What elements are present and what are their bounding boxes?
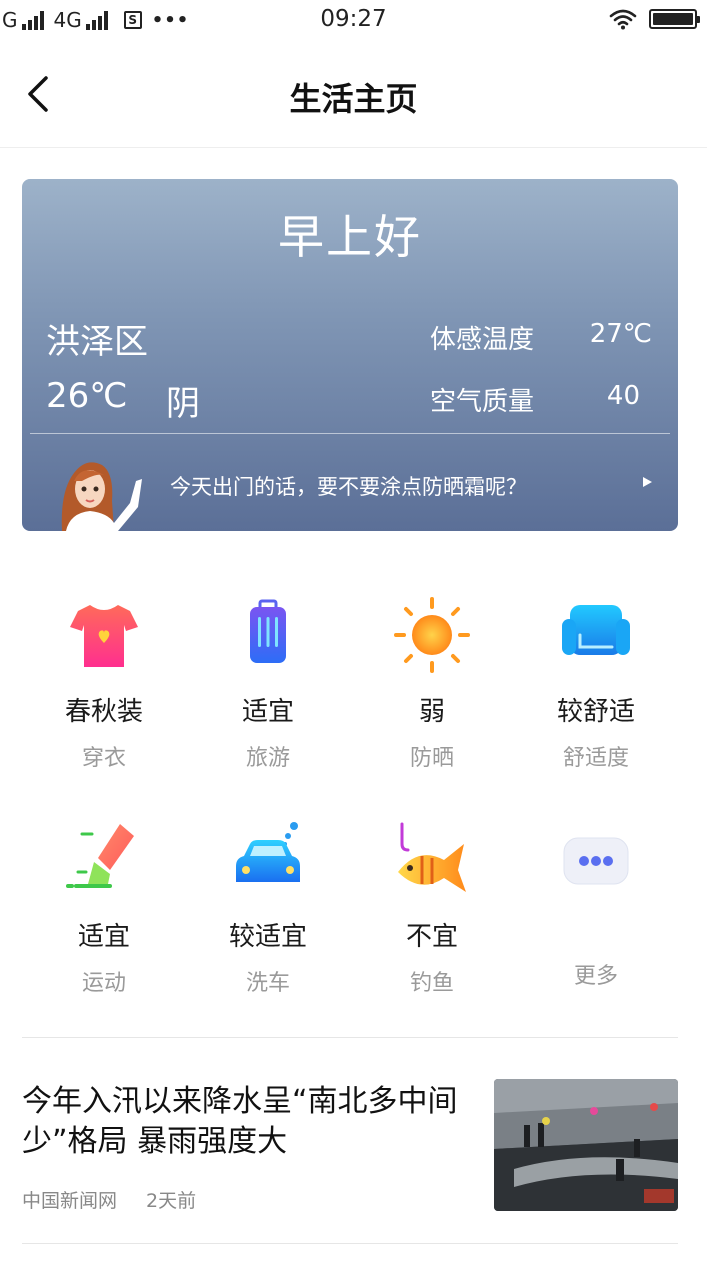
index-value: 不宜 [405,922,458,952]
index-sunscreen[interactable]: 弱 防晒 [350,595,514,772]
news-title[interactable]: 今年入汛以来降水呈“南北多中间少”格局 暴雨强度大 [22,1082,462,1162]
temperature: 26℃ [46,376,128,416]
tshirt-icon [70,605,138,667]
index-value [514,916,678,946]
wifi-icon [609,9,637,30]
tip-arrow-icon[interactable] [643,477,652,487]
weather-card[interactable]: 早上好 洪泽区 26℃ 阴 体感温度 27℃ 空气质量 40 今天出门的话，要不… [22,179,678,531]
index-fishing[interactable]: 不宜 钓鱼 [350,820,514,997]
feel-temp-label: 体感温度 [430,325,535,355]
air-quality-label: 空气质量 [430,387,535,417]
sun-icon [394,597,470,673]
news-thumbnail[interactable] [494,1079,678,1211]
index-value: 春秋装 [64,697,143,727]
index-comfort[interactable]: 较舒适 舒适度 [514,595,678,772]
feel-temp-value: 27℃ [589,319,652,349]
luggage-icon [250,599,286,663]
index-label: 更多 [573,964,618,989]
index-value: 较适宜 [228,922,307,952]
news-source: 中国新闻网 [22,1190,118,1212]
status-right [609,8,700,30]
index-label: 运动 [81,971,126,996]
clock: 09:27 [320,6,387,32]
air-quality-value: 40 [606,381,640,411]
weather-condition: 阴 [166,384,200,424]
index-value: 适宜 [77,922,130,952]
location: 洪泽区 [46,322,148,362]
index-value: 适宜 [241,697,294,727]
status-bar: G 4G S ••• 09:27 [0,0,707,42]
index-carwash[interactable]: 较适宜 洗车 [186,820,350,997]
nav-bar: 生活主页 [0,42,707,148]
index-label: 旅游 [245,746,290,771]
index-clothing[interactable]: 春秋装 穿衣 [22,595,186,772]
index-value: 弱 [418,697,445,727]
more-icon [563,837,629,885]
girl-avatar-icon [61,462,142,531]
section-divider-bottom [22,1243,678,1244]
sofa-icon [562,605,630,655]
fish-icon [398,822,466,892]
greeting: 早上好 [278,210,422,264]
index-label: 穿衣 [81,746,126,771]
index-value: 较舒适 [556,697,635,727]
index-travel[interactable]: 适宜 旅游 [186,595,350,772]
index-more[interactable]: 更多 [514,820,678,990]
battery-level [653,13,693,25]
weather-tip: 今天出门的话，要不要涂点防晒霜呢？ [170,475,527,499]
page-title: 生活主页 [289,80,418,118]
index-label: 洗车 [245,971,290,996]
index-label: 钓鱼 [409,971,454,996]
card-divider [30,433,670,434]
index-sport[interactable]: 适宜 运动 [22,820,186,997]
index-label: 舒适度 [562,746,629,771]
sneaker-icon [66,824,134,888]
battery-icon [649,9,700,29]
news-time: 2天前 [146,1190,197,1212]
section-divider [22,1037,678,1038]
index-label: 防晒 [409,746,454,771]
car-icon [236,822,300,882]
